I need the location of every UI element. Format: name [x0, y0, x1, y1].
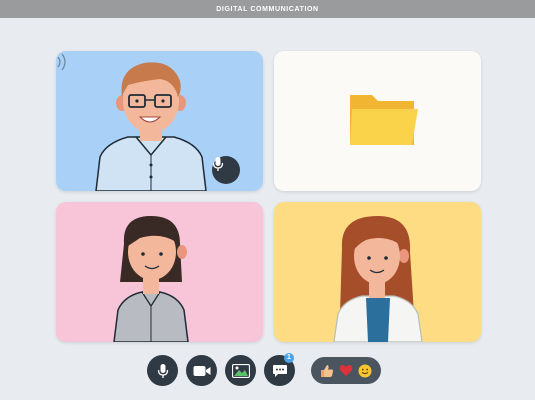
image-icon [231, 363, 250, 378]
heart-reaction[interactable] [338, 363, 354, 379]
woman-short-hair-avatar [113, 216, 189, 342]
smile-icon [358, 364, 372, 377]
title-bar: DIGITAL COMMUNICATION [0, 0, 535, 18]
heart-icon [339, 365, 353, 376]
chat-notification-badge: 1 [284, 353, 294, 363]
chat-icon [272, 364, 287, 377]
reactions-bar [311, 357, 381, 384]
video-camera-icon [193, 365, 210, 376]
smile-reaction[interactable] [357, 363, 373, 379]
window-title: DIGITAL COMMUNICATION [216, 5, 319, 13]
participant-tile-woman-long-hair[interactable] [274, 202, 481, 342]
screen-share-button[interactable] [225, 355, 256, 386]
microphone-icon [157, 363, 168, 378]
woman-long-hair-avatar [333, 216, 423, 342]
camera-button[interactable] [186, 355, 217, 386]
participant-tile-woman-short-hair[interactable] [56, 202, 263, 342]
participant-tile-man-glasses[interactable] [56, 51, 263, 191]
speaking-indicator [212, 156, 240, 184]
thumbs-up-icon [320, 364, 333, 377]
microphone-icon [212, 157, 224, 171]
microphone-button[interactable] [147, 355, 178, 386]
shared-content-tile[interactable] [274, 51, 481, 191]
folder-icon[interactable] [274, 51, 481, 191]
sound-waves-icon [57, 53, 66, 71]
thumbs-up-reaction[interactable] [319, 363, 335, 379]
